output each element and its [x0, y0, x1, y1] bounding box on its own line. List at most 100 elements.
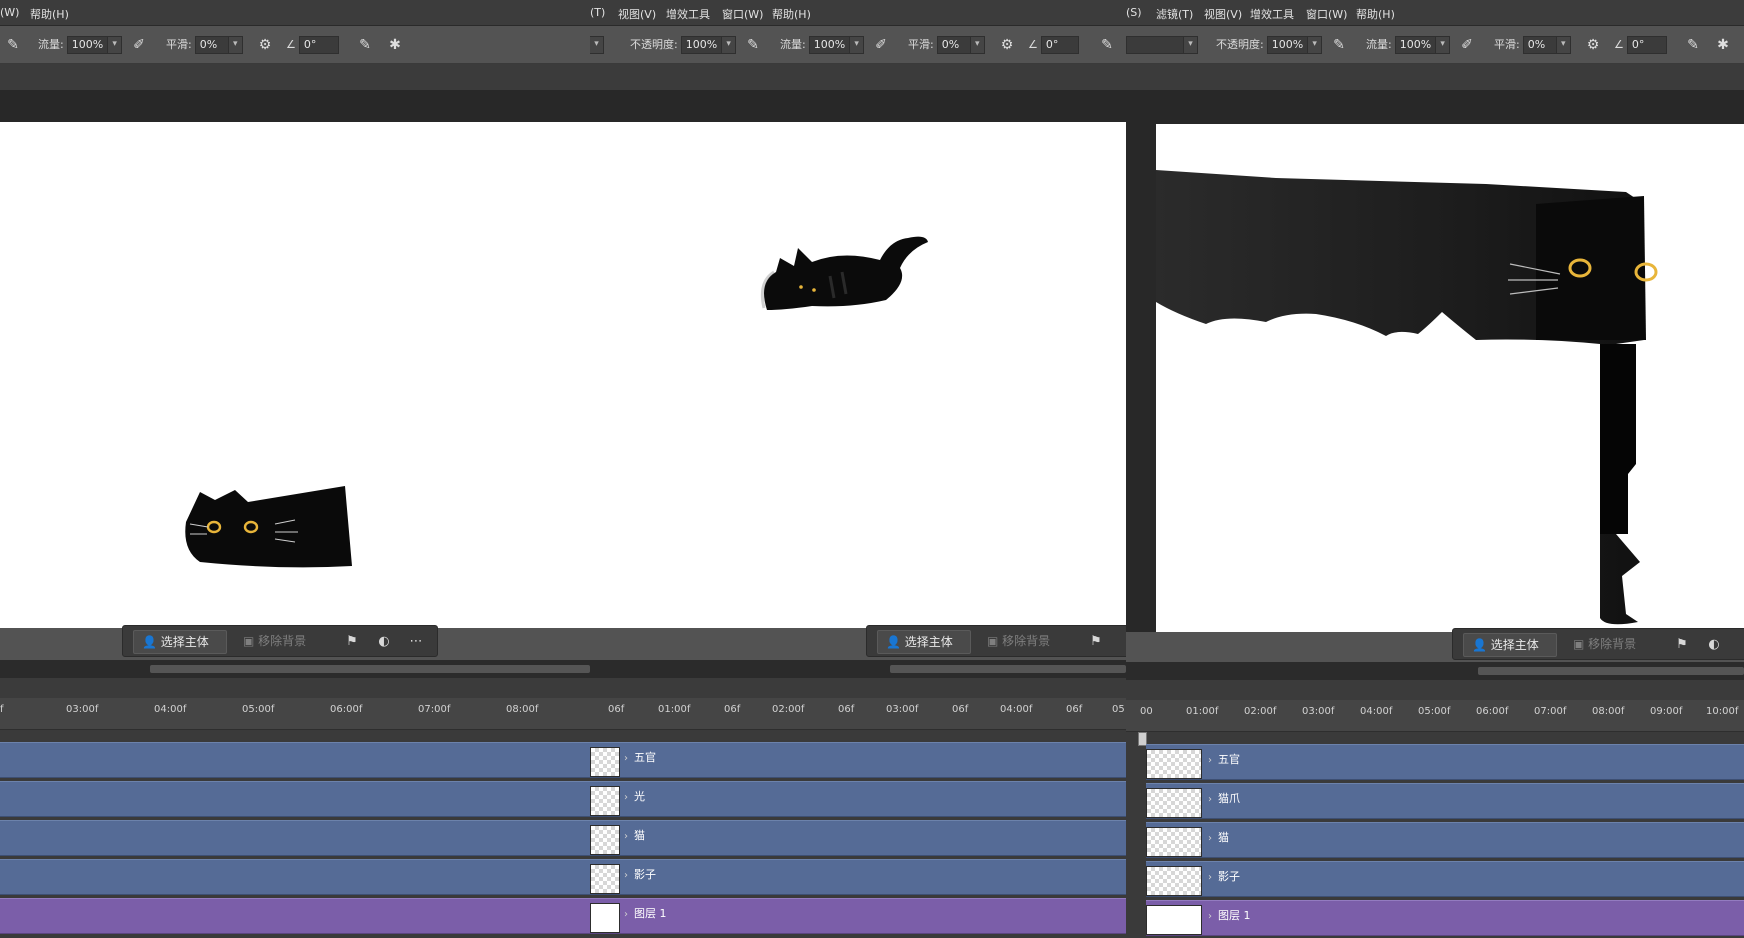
opacity-input[interactable]: 100% [680, 36, 723, 54]
pin-icon[interactable]: ⚑ [1671, 633, 1693, 657]
chevron-right-icon[interactable]: › [624, 792, 628, 803]
menu-item-plugins[interactable]: 增效工具 [666, 6, 710, 22]
layer-name[interactable]: › 图层 1 [1208, 907, 1251, 923]
layer-thumbnail[interactable] [590, 747, 620, 777]
airbrush-icon[interactable]: ✐ [872, 36, 890, 54]
flow-input[interactable]: 100% [1394, 36, 1437, 54]
menu-item-select[interactable]: (S) [1126, 6, 1142, 19]
mode-select[interactable]: ▾ [590, 36, 604, 54]
layer-track[interactable]: › 图层 1 [1146, 900, 1744, 936]
flow-input[interactable]: 100% [808, 36, 851, 54]
menu-item-view[interactable]: 视图(V) [1204, 6, 1242, 22]
smooth-input[interactable]: 0% [936, 36, 971, 54]
symmetry-icon[interactable]: ✱ [1714, 36, 1732, 54]
layer-thumbnail[interactable] [590, 864, 620, 894]
pressure-icon[interactable]: ✎ [744, 36, 762, 54]
track-bar[interactable] [0, 859, 590, 895]
layer-thumbnail[interactable] [1146, 749, 1202, 779]
mode-select[interactable]: ▾ [1126, 36, 1198, 54]
layer-name[interactable]: › 猫 [624, 827, 645, 843]
menu-item-window[interactable]: 窗口(W) [1306, 6, 1347, 22]
airbrush-icon[interactable]: ✐ [130, 36, 148, 54]
pressure-icon[interactable]: ✎ [356, 36, 374, 54]
chevron-right-icon[interactable]: › [1208, 755, 1212, 766]
brush-icon[interactable]: ✎ [4, 36, 22, 54]
layer-track[interactable]: › 五官 [1146, 744, 1744, 780]
gear-icon[interactable]: ⚙ [998, 36, 1016, 54]
chevron-right-icon[interactable]: › [1208, 911, 1212, 922]
menu-item-help[interactable]: 帮助(H) [1356, 6, 1395, 22]
chevron-right-icon[interactable]: › [624, 831, 628, 842]
chevron-down-icon[interactable]: ▾ [1184, 36, 1198, 54]
smooth-input[interactable]: 0% [194, 36, 229, 54]
horizontal-scrollbar[interactable] [0, 660, 590, 678]
timeline-ruler[interactable]: 00 01:00f 02:00f 03:00f 04:00f 05:00f 06… [1126, 700, 1744, 732]
chevron-right-icon[interactable]: › [624, 909, 628, 920]
pressure-icon[interactable]: ✎ [1098, 36, 1116, 54]
airbrush-icon[interactable]: ✐ [1458, 36, 1476, 54]
smooth-input[interactable]: 0% [1522, 36, 1557, 54]
pin-icon[interactable]: ⚑ [1085, 630, 1107, 654]
chevron-right-icon[interactable]: › [624, 753, 628, 764]
remove-background-button[interactable]: ▣ 移除背景 [979, 630, 1079, 654]
menu-item-plugins[interactable]: 增效工具 [1250, 6, 1294, 22]
scrollbar-thumb[interactable] [890, 665, 1126, 673]
layer-track[interactable]: › 光 [590, 781, 1126, 817]
layer-name[interactable]: › 五官 [1208, 751, 1240, 767]
layer-name[interactable]: › 猫爪 [1208, 790, 1240, 806]
layer-name[interactable]: › 图层 1 [624, 905, 667, 921]
select-subject-button[interactable]: 👤 选择主体 [133, 630, 227, 654]
layer-thumbnail[interactable] [590, 825, 620, 855]
layer-name[interactable]: › 五官 [624, 749, 656, 765]
circle-half-icon[interactable]: ◐ [1703, 633, 1725, 657]
layer-thumbnail[interactable] [1146, 788, 1202, 818]
layer-thumbnail[interactable] [1146, 827, 1202, 857]
menu-item-help[interactable]: 帮助(H) [30, 6, 69, 22]
angle-input[interactable]: 0° [1040, 36, 1079, 54]
layer-track[interactable]: › 影子 [1146, 861, 1744, 897]
chevron-down-icon[interactable]: ▾ [228, 36, 243, 54]
chevron-down-icon[interactable]: ▾ [1436, 36, 1451, 54]
chevron-down-icon[interactable]: ▾ [970, 36, 985, 54]
flow-input[interactable]: 100% [66, 36, 109, 54]
chevron-down-icon[interactable]: ▾ [590, 36, 604, 54]
symmetry-icon[interactable]: ✱ [386, 36, 404, 54]
select-subject-button[interactable]: 👤 选择主体 [877, 630, 971, 654]
menu-item-type[interactable]: (T) [590, 6, 605, 19]
track-bar[interactable] [0, 898, 590, 934]
layer-name[interactable]: › 光 [624, 788, 645, 804]
scrollbar-thumb[interactable] [1478, 667, 1744, 675]
layer-thumbnail[interactable] [590, 903, 620, 933]
remove-background-button[interactable]: ▣ 移除背景 [235, 630, 335, 654]
layer-track[interactable]: › 猫 [1146, 822, 1744, 858]
scrollbar-thumb[interactable] [150, 665, 590, 673]
layer-thumbnail[interactable] [590, 786, 620, 816]
layer-name[interactable]: › 影子 [1208, 868, 1240, 884]
more-icon[interactable]: ⋯ [405, 630, 427, 654]
document-canvas[interactable] [590, 122, 1126, 628]
layer-thumbnail[interactable] [1146, 905, 1202, 935]
chevron-right-icon[interactable]: › [1208, 833, 1212, 844]
chevron-right-icon[interactable]: › [624, 870, 628, 881]
layer-track[interactable]: › 图层 1 [590, 898, 1126, 934]
layer-track[interactable]: › 五官 [590, 742, 1126, 778]
menu-item-window[interactable]: 窗口(W) [722, 6, 763, 22]
timeline-ruler[interactable]: 06f 01:00f 06f 02:00f 06f 03:00f 06f 04:… [590, 698, 1126, 730]
menu-item-view[interactable]: 视图(V) [618, 6, 656, 22]
menu-item-window[interactable]: (W) [0, 6, 19, 19]
layer-track[interactable]: › 影子 [590, 859, 1126, 895]
layer-track[interactable]: › 猫爪 [1146, 783, 1744, 819]
layer-thumbnail[interactable] [1146, 866, 1202, 896]
horizontal-scrollbar[interactable] [1126, 662, 1744, 680]
track-bar[interactable] [0, 742, 590, 778]
chevron-right-icon[interactable]: › [1208, 872, 1212, 883]
track-bar[interactable] [0, 781, 590, 817]
layer-name[interactable]: › 影子 [624, 866, 656, 882]
circle-half-icon[interactable]: ◐ [373, 630, 395, 654]
angle-input[interactable]: 0° [1626, 36, 1667, 54]
horizontal-scrollbar[interactable] [590, 660, 1126, 678]
chevron-down-icon[interactable]: ▾ [108, 36, 123, 54]
chevron-right-icon[interactable]: › [1208, 794, 1212, 805]
pressure-icon[interactable]: ✎ [1684, 36, 1702, 54]
pin-icon[interactable]: ⚑ [341, 630, 363, 654]
